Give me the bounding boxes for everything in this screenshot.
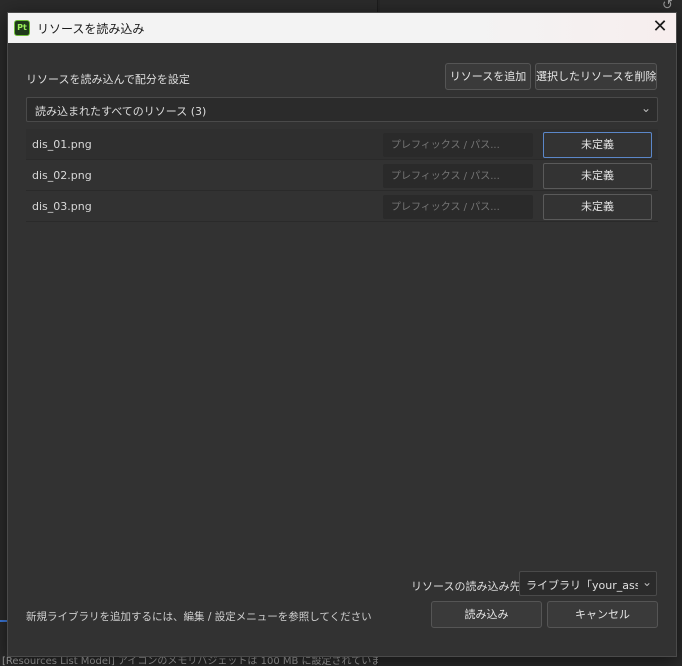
close-icon[interactable]: ✕ bbox=[648, 16, 672, 40]
import-resources-dialog: Pt リソースを読み込み ✕ リソースを読み込んで配分を設定 リソースを追加 選… bbox=[7, 12, 677, 657]
filter-selected-value: 読み込まれたすべてのリソース (3) bbox=[35, 105, 207, 118]
prefix-path-input[interactable] bbox=[383, 195, 533, 219]
remove-selected-button[interactable]: 選択したリソースを削除 bbox=[535, 63, 657, 90]
destination-label: リソースの読み込み先 : bbox=[411, 580, 528, 593]
dialog-title: リソースを読み込み bbox=[37, 21, 145, 36]
resource-filename: dis_01.png bbox=[32, 138, 92, 151]
history-icon[interactable]: ↺ bbox=[662, 0, 678, 12]
resource-filter-select[interactable]: 読み込まれたすべてのリソース (3) ⌄ bbox=[26, 97, 658, 122]
add-resource-button[interactable]: リソースを追加 bbox=[445, 63, 531, 90]
undefined-type-button[interactable]: 未定義 bbox=[543, 132, 652, 158]
dialog-titlebar: Pt リソースを読み込み ✕ bbox=[8, 13, 676, 43]
hint-text: 新規ライブラリを追加するには、編集 / 設定メニューを参照してください bbox=[26, 611, 372, 623]
prefix-path-input[interactable] bbox=[383, 164, 533, 188]
resource-list: dis_01.png 未定義 dis_02.png 未定義 dis_03.png… bbox=[26, 129, 658, 222]
prefix-path-input[interactable] bbox=[383, 133, 533, 157]
destination-selected-value: ライブラリ「your_assets」 bbox=[526, 579, 638, 592]
destination-library-select[interactable]: ライブラリ「your_assets」 ⌄ bbox=[519, 571, 657, 596]
app-icon: Pt bbox=[14, 20, 30, 36]
section-label: リソースを読み込んで配分を設定 bbox=[26, 73, 190, 86]
list-item[interactable]: dis_03.png 未定義 bbox=[26, 191, 658, 222]
undefined-type-button[interactable]: 未定義 bbox=[543, 194, 652, 220]
chevron-down-icon: ⌄ bbox=[641, 575, 652, 589]
cancel-button[interactable]: キャンセル bbox=[547, 601, 658, 628]
chevron-down-icon: ⌄ bbox=[640, 101, 651, 115]
import-button[interactable]: 読み込み bbox=[431, 601, 542, 628]
undefined-type-button[interactable]: 未定義 bbox=[543, 163, 652, 189]
resource-filename: dis_03.png bbox=[32, 200, 92, 213]
resource-filename: dis_02.png bbox=[32, 169, 92, 182]
list-item[interactable]: dis_02.png 未定義 bbox=[26, 160, 658, 191]
list-item[interactable]: dis_01.png 未定義 bbox=[26, 129, 658, 160]
